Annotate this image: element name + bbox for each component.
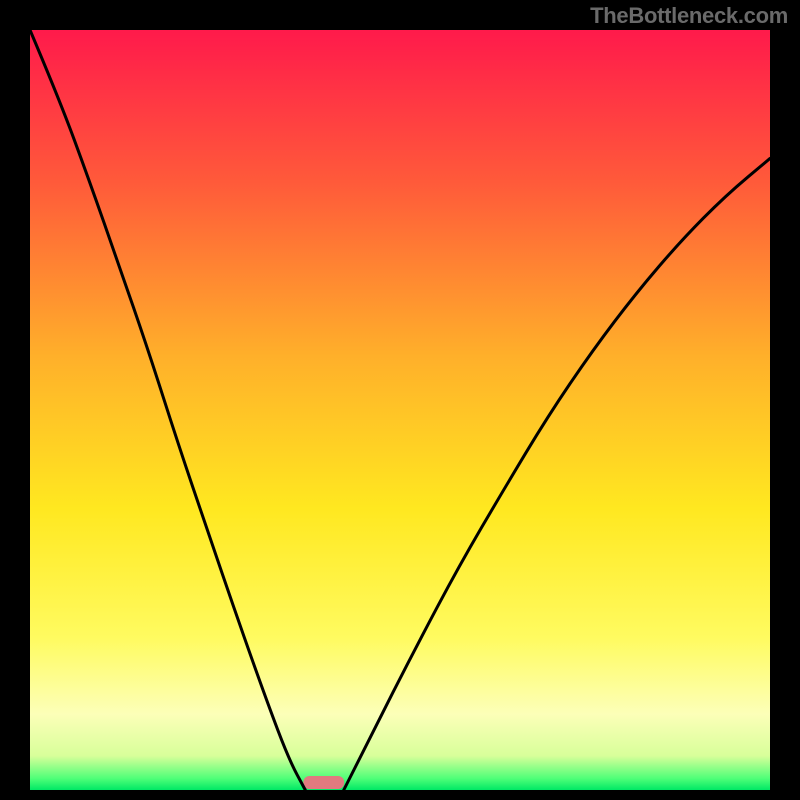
chart-frame: { "watermark": "TheBottleneck.com", "cha… [0,0,800,800]
watermark-text: TheBottleneck.com [590,3,788,29]
bottleneck-chart [0,0,800,800]
bottleneck-marker [303,776,344,789]
